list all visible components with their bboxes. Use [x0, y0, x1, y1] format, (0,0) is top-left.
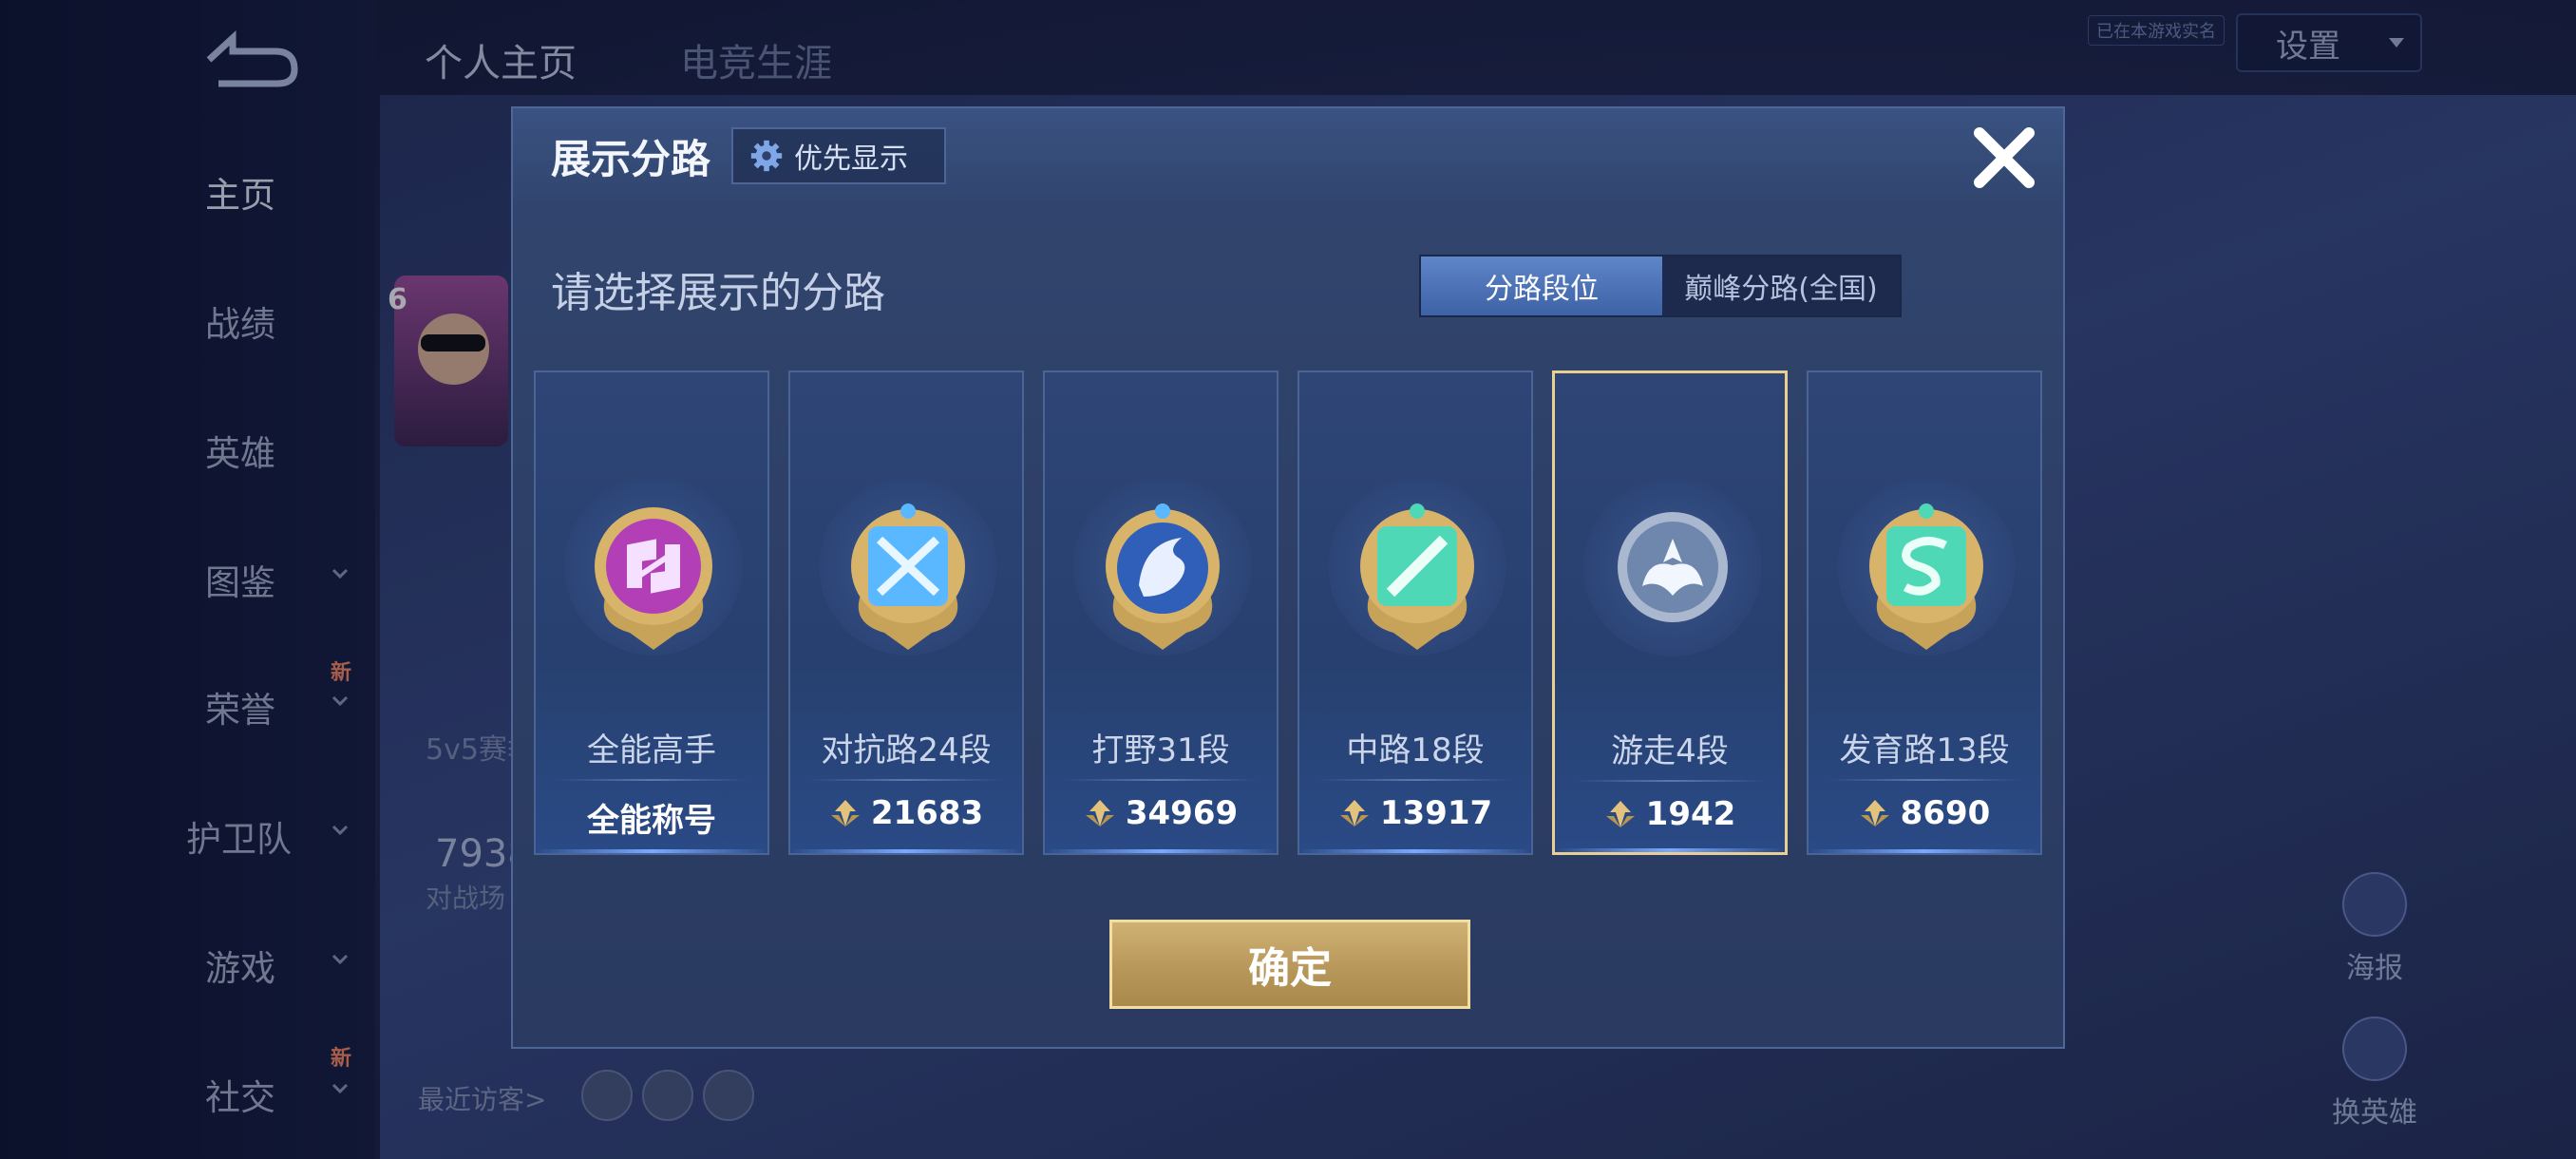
- allround-badge-icon: [595, 507, 712, 650]
- jungle-dragon-badge-icon: [1106, 504, 1220, 650]
- rank-points-icon: [830, 800, 860, 826]
- lane-card-farm[interactable]: 发育路13段 8690: [1807, 370, 2042, 855]
- lane-card-name: 游走4段: [1611, 732, 1729, 770]
- tab-peak-lane-national[interactable]: 巅峰分路(全国): [1662, 256, 1900, 315]
- lane-card-name: 打野31段: [1091, 732, 1230, 770]
- lane-card-value: 21683: [870, 794, 984, 832]
- tab-lane-rank[interactable]: 分路段位: [1421, 256, 1662, 315]
- lane-card-value: 34969: [1125, 794, 1239, 832]
- priority-display-button[interactable]: 优先显示: [731, 127, 946, 184]
- lane-card-allround[interactable]: 全能高手 全能称号: [534, 370, 769, 855]
- dialog-subtitle: 请选择展示的分路: [551, 269, 885, 317]
- lane-card-value: 全能称号: [587, 802, 716, 840]
- clash-lane-badge-icon: [851, 504, 965, 650]
- confirm-button[interactable]: 确定: [1109, 920, 1470, 1009]
- lane-card-name: 全能高手: [587, 732, 716, 770]
- confirm-label: 确定: [1248, 944, 1332, 993]
- rank-points-icon: [1860, 800, 1889, 826]
- lane-display-dialog: 展示分路 优先显示 请选择展示的分路 分路段位 巅峰分路(全国) 全能高手 全能…: [511, 106, 2065, 1049]
- lane-card-value: 13917: [1379, 794, 1493, 832]
- rank-points-icon: [1085, 800, 1114, 826]
- rank-points-icon: [1339, 800, 1369, 826]
- lane-rank-segmented-control: 分路段位 巅峰分路(全国): [1419, 255, 1902, 317]
- gear-icon: [750, 140, 783, 172]
- mid-lane-badge-icon: [1360, 504, 1474, 650]
- lane-card-value: 8690: [1900, 794, 1991, 832]
- rank-points-icon: [1605, 801, 1635, 827]
- lane-card-name: 中路18段: [1346, 732, 1485, 770]
- lane-card-name: 发育路13段: [1839, 732, 2010, 770]
- close-icon[interactable]: [1966, 120, 2042, 196]
- lane-card-name: 对抗路24段: [821, 732, 992, 770]
- priority-display-label: 优先显示: [794, 142, 908, 176]
- lane-card-value: 1942: [1645, 795, 1736, 833]
- lane-card-jungle[interactable]: 打野31段 34969: [1043, 370, 1279, 855]
- dialog-title: 展示分路: [551, 136, 711, 182]
- farm-lane-badge-icon: [1869, 504, 1983, 650]
- lane-card-mid[interactable]: 中路18段 13917: [1297, 370, 1533, 855]
- roam-wings-badge-icon: [1618, 512, 1728, 622]
- lane-card-clash[interactable]: 对抗路24段 21683: [788, 370, 1024, 855]
- lane-card-roam[interactable]: 游走4段 1942: [1552, 370, 1788, 855]
